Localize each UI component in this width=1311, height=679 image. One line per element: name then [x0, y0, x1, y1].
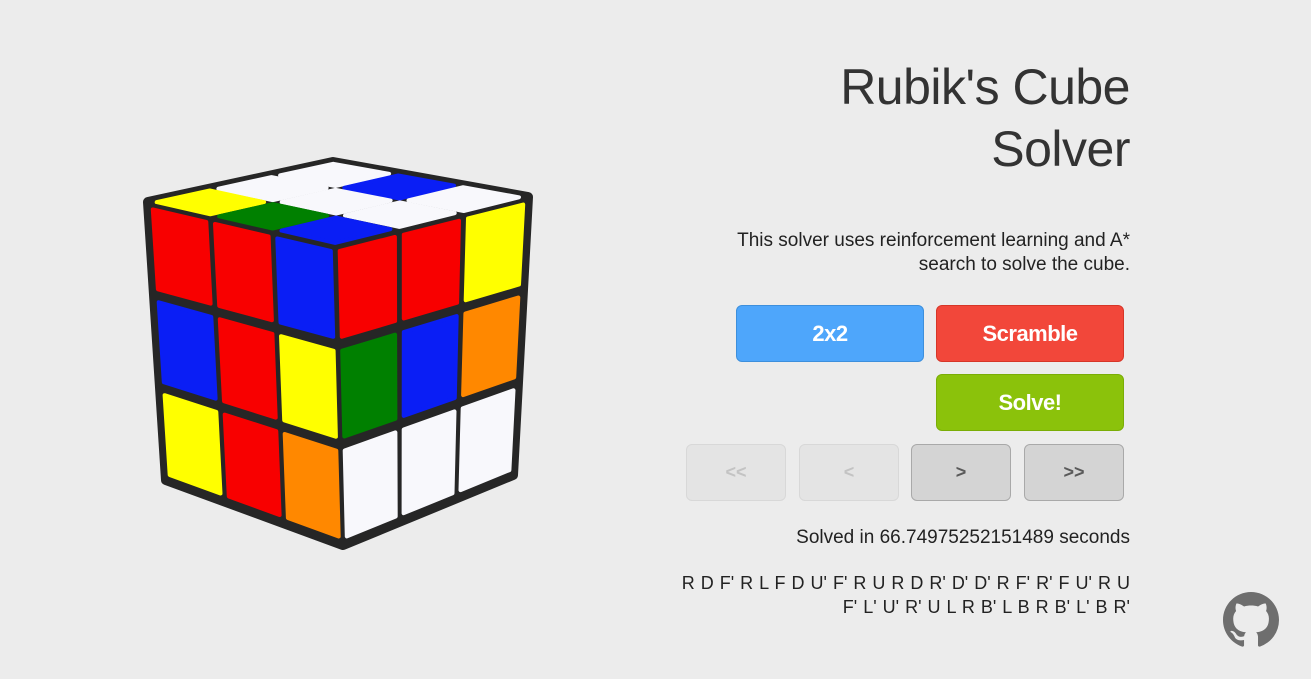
solve-button[interactable]: Solve! — [936, 374, 1124, 431]
title-line-2: Solver — [991, 121, 1130, 177]
right-face-sticker — [461, 295, 521, 398]
next-move-button[interactable]: > — [911, 444, 1011, 501]
front-face-sticker — [282, 432, 341, 539]
solve-time-status: Solved in 66.74975252151489 seconds — [796, 527, 1130, 548]
title-line-1: Rubik's Cube — [840, 59, 1130, 115]
description-line-1: This solver uses reinforcement learning … — [737, 230, 1130, 251]
right-face-sticker — [401, 314, 459, 418]
cube-size-button[interactable]: 2x2 — [736, 305, 924, 362]
front-face-sticker — [275, 236, 336, 339]
first-move-button[interactable]: << — [686, 444, 786, 501]
description: This solver uses reinforcement learning … — [660, 229, 1130, 277]
front-face-sticker — [217, 317, 278, 420]
control-panel: Rubik's Cube Solver This solver uses rei… — [660, 0, 1131, 679]
scramble-button[interactable]: Scramble — [936, 305, 1124, 362]
solution-moves-line-2: F' L' U' R' U L R B' L B R B' L' B R' — [842, 597, 1130, 617]
front-face-sticker — [279, 334, 338, 439]
right-face-sticker — [401, 218, 461, 321]
description-line-2: search to solve the cube. — [918, 254, 1130, 275]
previous-move-button[interactable]: < — [799, 444, 899, 501]
rubiks-cube[interactable] — [128, 150, 548, 560]
last-move-button[interactable]: >> — [1024, 444, 1124, 501]
right-face-sticker — [337, 235, 398, 339]
page-title: Rubik's Cube Solver — [660, 56, 1130, 180]
page: Rubik's Cube Solver This solver uses rei… — [0, 0, 1311, 679]
github-icon[interactable] — [1223, 592, 1279, 648]
right-face-sticker — [342, 430, 398, 539]
right-face-sticker — [463, 202, 526, 303]
rubiks-cube-view[interactable] — [128, 150, 548, 560]
front-face-sticker — [150, 207, 213, 306]
front-face-sticker — [156, 300, 218, 401]
front-face-sticker — [213, 222, 274, 323]
github-link[interactable] — [1223, 592, 1279, 648]
front-face-sticker — [222, 412, 282, 517]
right-face-sticker — [340, 332, 398, 439]
solution-moves: R D F' R L F D U' F' R U R D R' D' D' R … — [660, 571, 1130, 619]
solution-moves-line-1: R D F' R L F D U' F' R U R D R' D' D' R … — [681, 573, 1130, 593]
